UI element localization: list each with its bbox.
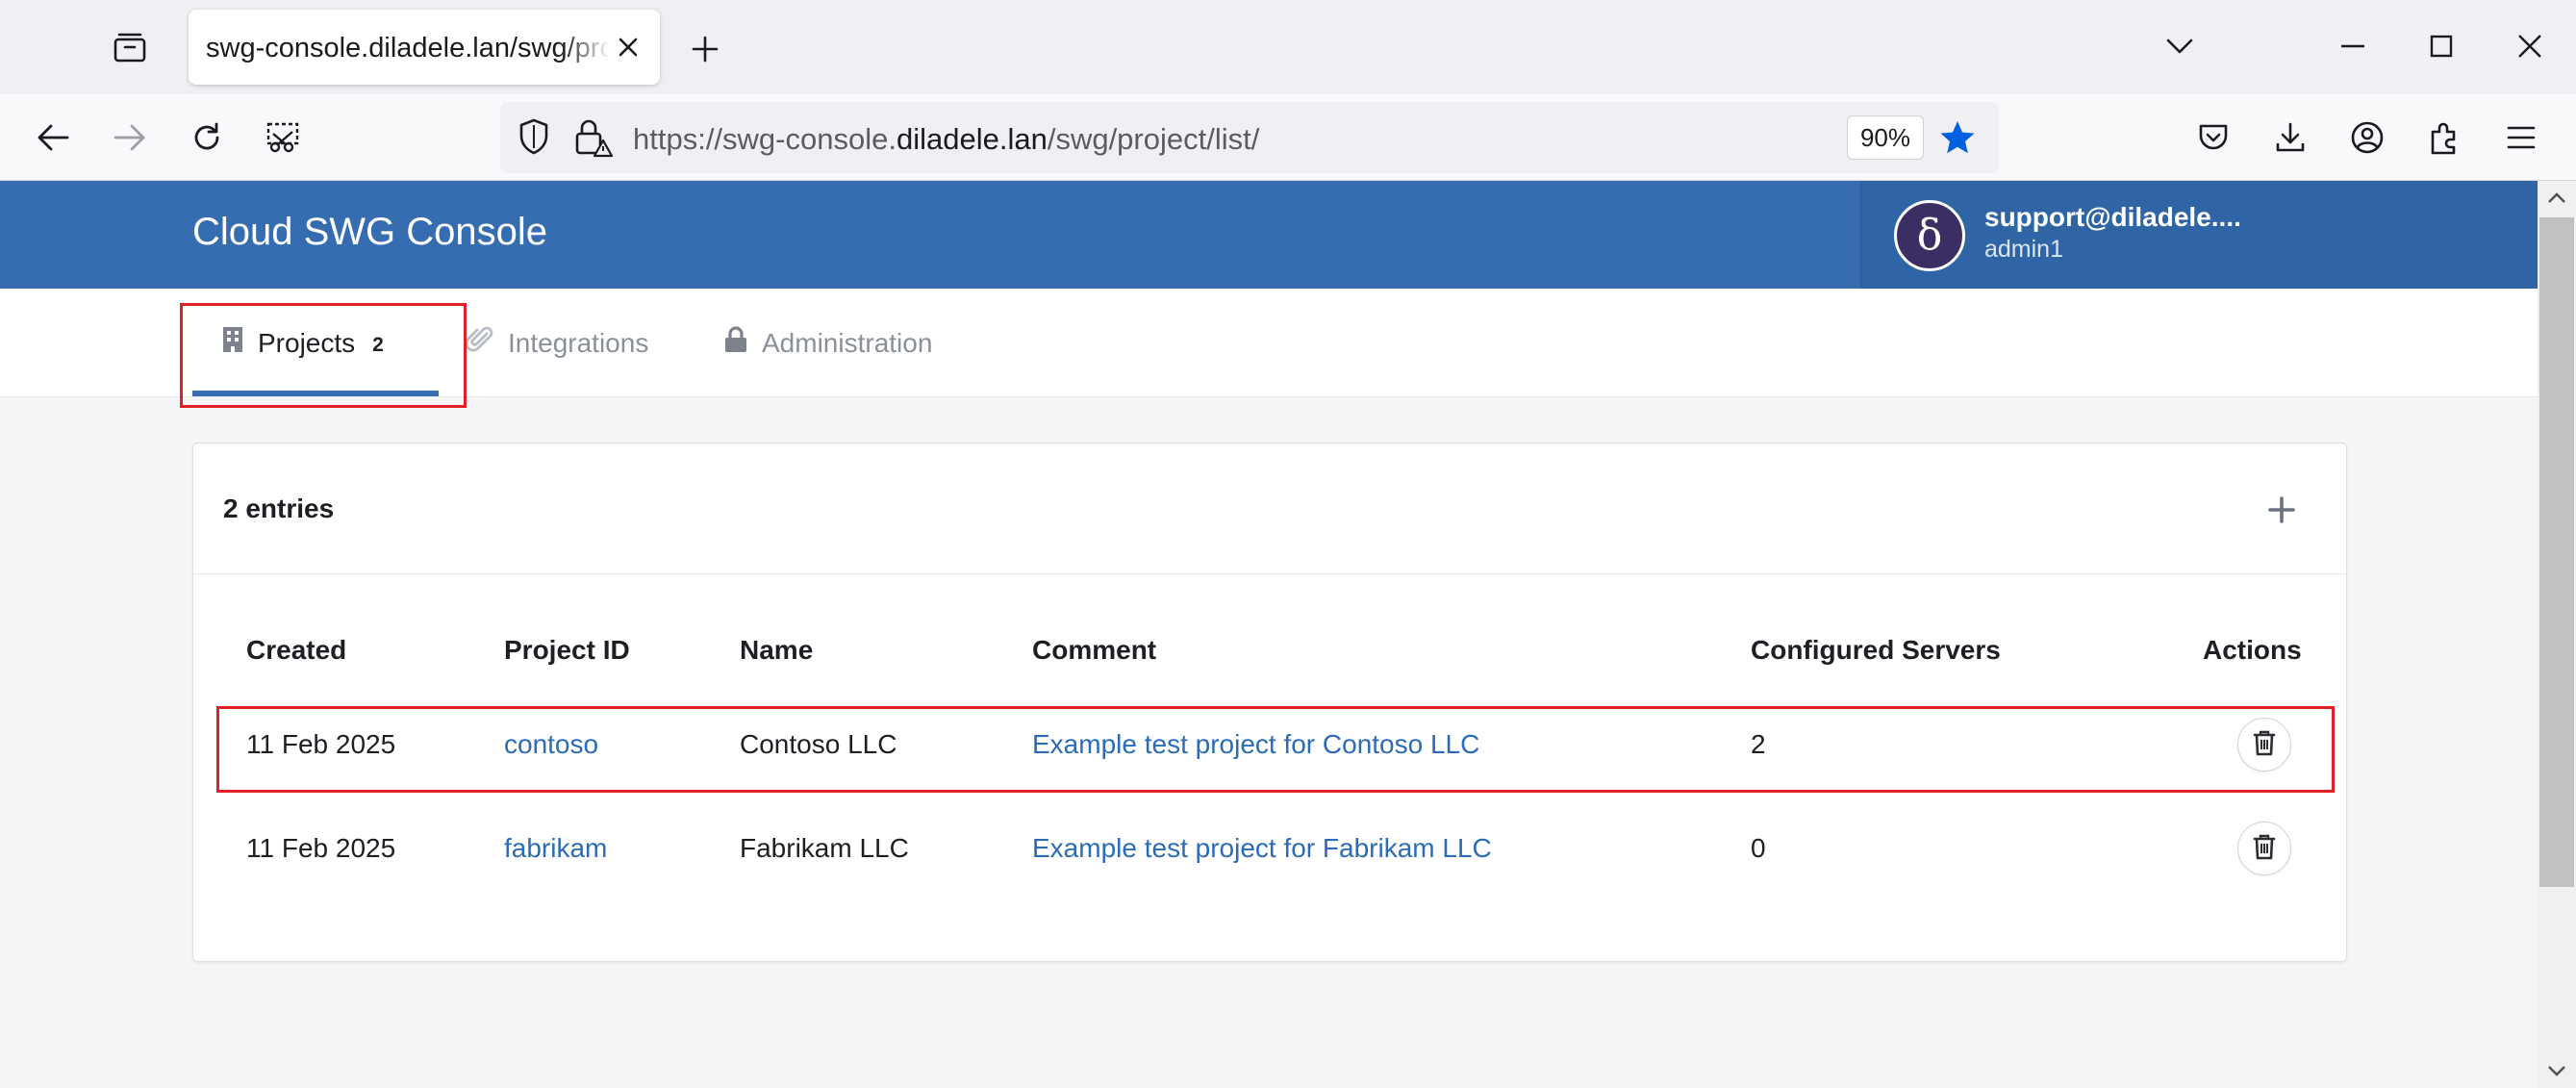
browser-tab-strip: swg-console.diladele.lan/swg/project/lis… bbox=[0, 0, 2576, 94]
url-text[interactable]: https://swg-console.diladele.lan/swg/pro… bbox=[633, 122, 1259, 157]
back-arrow-icon[interactable] bbox=[25, 110, 81, 165]
column-header-comment: Comment bbox=[1032, 635, 1157, 665]
bookmark-star-icon[interactable] bbox=[1933, 114, 1982, 162]
projects-tab-highlight bbox=[180, 303, 467, 408]
list-all-tabs-chevron-icon[interactable] bbox=[2151, 19, 2209, 73]
card-header: 2 entries bbox=[193, 443, 2346, 574]
column-header-project-id: Project ID bbox=[504, 635, 630, 665]
lock-icon bbox=[723, 325, 748, 361]
scroll-down-arrow-icon[interactable] bbox=[2538, 1053, 2576, 1088]
cell-created: 11 Feb 2025 bbox=[246, 833, 396, 863]
column-header-configured-servers: Configured Servers bbox=[1751, 635, 2001, 665]
lock-warning-icon[interactable] bbox=[573, 117, 614, 163]
browser-nav-bar: https://swg-console.diladele.lan/swg/pro… bbox=[0, 94, 2576, 181]
address-bar[interactable]: https://swg-console.diladele.lan/swg/pro… bbox=[500, 102, 1999, 173]
close-window-icon[interactable] bbox=[2501, 19, 2559, 73]
scroll-up-arrow-icon[interactable] bbox=[2538, 181, 2576, 215]
user-email: support@diladele.... bbox=[1984, 202, 2241, 232]
forward-arrow-icon[interactable] bbox=[102, 110, 158, 165]
contoso-row-highlight bbox=[216, 706, 2335, 793]
avatar: δ bbox=[1894, 200, 1965, 271]
account-icon[interactable] bbox=[2339, 110, 2395, 165]
close-tab-icon[interactable] bbox=[610, 29, 646, 65]
app-menu-hamburger-icon[interactable] bbox=[2493, 110, 2549, 165]
column-header-actions: Actions bbox=[2203, 635, 2302, 665]
paperclip-icon bbox=[465, 324, 494, 362]
column-header-created: Created bbox=[246, 635, 347, 665]
reload-icon[interactable] bbox=[179, 110, 235, 165]
app-header: Cloud SWG Console δ support@diladele....… bbox=[0, 181, 2538, 289]
delete-project-button[interactable] bbox=[2237, 822, 2291, 875]
user-menu[interactable]: δ support@diladele.... admin1 bbox=[1860, 181, 2538, 289]
maximize-window-icon[interactable] bbox=[2412, 19, 2470, 73]
tab-integrations-label: Integrations bbox=[508, 327, 649, 358]
tab-administration[interactable]: Administration bbox=[723, 289, 932, 397]
extensions-puzzle-icon[interactable] bbox=[2416, 110, 2472, 165]
add-project-plus-icon[interactable] bbox=[2261, 490, 2302, 530]
downloads-icon[interactable] bbox=[2262, 110, 2318, 165]
zoom-level-button[interactable]: 90% bbox=[1847, 115, 1924, 160]
tab-administration-label: Administration bbox=[762, 327, 933, 358]
pocket-icon[interactable] bbox=[2185, 110, 2241, 165]
tracking-protection-shield-icon[interactable] bbox=[518, 117, 550, 161]
tab-list-icon[interactable] bbox=[100, 21, 160, 73]
entries-count: 2 entries bbox=[223, 493, 335, 523]
browser-tab-active[interactable]: swg-console.diladele.lan/swg/project/lis… bbox=[189, 10, 660, 85]
page-scrollbar[interactable] bbox=[2538, 181, 2576, 1088]
browser-tab-title: swg-console.diladele.lan/swg/project/lis… bbox=[206, 33, 610, 63]
scrollbar-thumb[interactable] bbox=[2539, 217, 2574, 887]
url-prefix: https://swg-console. bbox=[633, 122, 897, 156]
project-id-link[interactable]: fabrikam bbox=[504, 833, 607, 864]
new-tab-plus-icon[interactable] bbox=[681, 25, 729, 73]
column-header-name: Name bbox=[740, 635, 814, 665]
url-domain: diladele.lan bbox=[896, 122, 1048, 156]
trash-icon bbox=[2253, 833, 2276, 865]
comment-link[interactable]: Example test project for Fabrikam LLC bbox=[1032, 833, 1492, 864]
page-viewport: Cloud SWG Console δ support@diladele....… bbox=[0, 181, 2538, 1088]
user-role: admin1 bbox=[1984, 236, 2063, 263]
cell-configured-servers: 0 bbox=[1751, 833, 1766, 863]
app-title[interactable]: Cloud SWG Console bbox=[192, 211, 547, 254]
table-row: 11 Feb 2025 fabrikam Fabrikam LLC Exampl… bbox=[223, 804, 2339, 891]
screenshot-icon[interactable] bbox=[256, 110, 312, 165]
url-path: /swg/project/list/ bbox=[1047, 122, 1260, 156]
tab-integrations[interactable]: Integrations bbox=[465, 289, 649, 397]
minimize-window-icon[interactable] bbox=[2324, 19, 2382, 73]
cell-name: Fabrikam LLC bbox=[740, 833, 909, 863]
